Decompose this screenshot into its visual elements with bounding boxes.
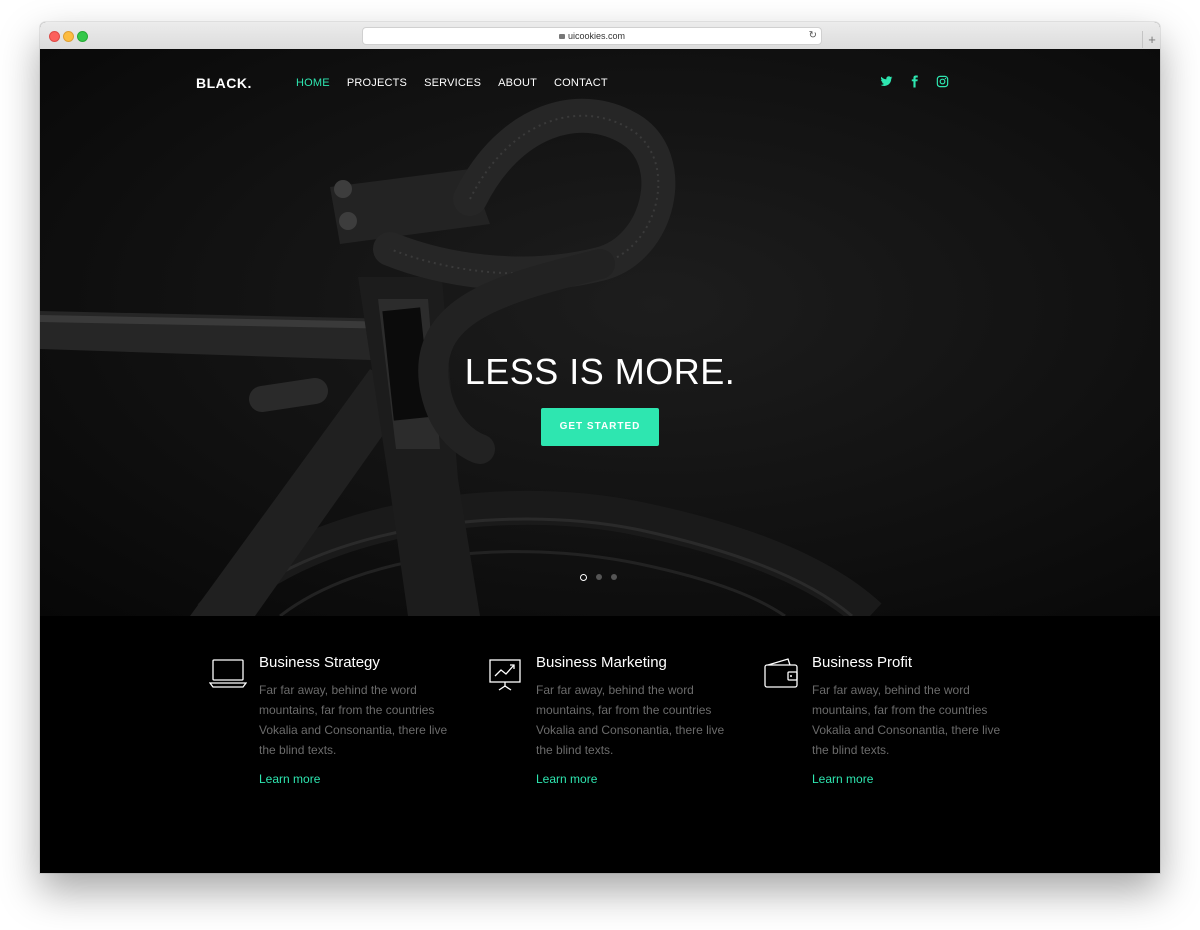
- slide-dot-3[interactable]: [611, 574, 617, 580]
- slide-dot-2[interactable]: [596, 574, 602, 580]
- learn-more-link[interactable]: Learn more: [259, 772, 320, 786]
- nav-item-services[interactable]: SERVICES: [424, 77, 481, 89]
- address-url: uicookies.com: [567, 31, 626, 41]
- lock-icon: [558, 34, 565, 39]
- brand-logo[interactable]: BLACK.: [196, 75, 252, 91]
- hero-section: BLACK. HOME PROJECTS SERVICES ABOUT CONT…: [40, 49, 1160, 616]
- laptop-icon: [209, 659, 247, 688]
- nav-item-contact[interactable]: CONTACT: [554, 77, 608, 89]
- feature-title: Business Profit: [812, 654, 913, 671]
- get-started-button[interactable]: GET STARTED: [541, 408, 659, 446]
- twitter-icon[interactable]: [880, 75, 894, 89]
- presentation-chart-icon: [489, 659, 521, 691]
- facebook-icon[interactable]: [908, 75, 922, 89]
- nav-item-about[interactable]: ABOUT: [498, 77, 537, 89]
- feature-text: Far far away, behind the word mountains,…: [259, 683, 448, 757]
- bicycle-photo: [40, 98, 882, 616]
- learn-more-link[interactable]: Learn more: [812, 772, 873, 786]
- feature-text: Far far away, behind the word mountains,…: [536, 683, 725, 757]
- minimize-window-button[interactable]: [63, 31, 74, 42]
- new-tab-button[interactable]: +: [1142, 31, 1160, 48]
- features-section: Business Strategy Far far away, behind t…: [40, 616, 1160, 873]
- learn-more-link[interactable]: Learn more: [536, 772, 597, 786]
- address-bar[interactable]: uicookies.com ↻: [362, 27, 822, 45]
- slide-dot-1[interactable]: [580, 574, 587, 581]
- wallet-icon: [764, 658, 798, 688]
- slider-pagination: [580, 574, 626, 581]
- close-window-button[interactable]: [49, 31, 60, 42]
- main-nav: HOME PROJECTS SERVICES ABOUT CONTACT: [296, 77, 625, 89]
- reload-icon[interactable]: ↻: [809, 28, 817, 44]
- nav-item-projects[interactable]: PROJECTS: [347, 77, 407, 89]
- nav-item-home[interactable]: HOME: [296, 77, 330, 89]
- feature-title: Business Strategy: [259, 654, 380, 671]
- feature-text: Far far away, behind the word mountains,…: [812, 683, 1001, 757]
- hero-headline: LESS IS MORE.: [464, 351, 736, 392]
- zoom-window-button[interactable]: [77, 31, 88, 42]
- instagram-icon[interactable]: [936, 75, 950, 89]
- feature-title: Business Marketing: [536, 654, 667, 671]
- social-links: [880, 75, 964, 89]
- browser-toolbar: uicookies.com ↻ +: [40, 22, 1160, 50]
- browser-window: uicookies.com ↻ + BLACK. HOME PROJECTS S…: [40, 22, 1160, 873]
